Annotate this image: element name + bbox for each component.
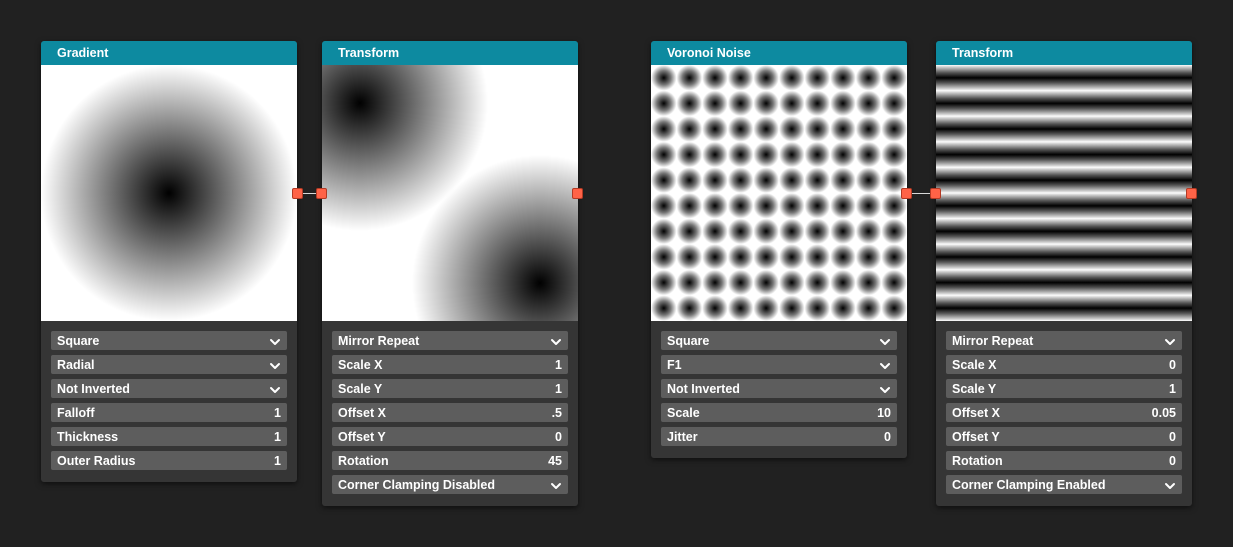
chevron-down-icon bbox=[1164, 480, 1176, 490]
offset-y-field[interactable]: Offset Y 0 bbox=[332, 427, 568, 446]
param-value: 1 bbox=[274, 405, 281, 420]
scale-y-field[interactable]: Scale Y 1 bbox=[946, 379, 1182, 398]
param-label: Rotation bbox=[952, 453, 1003, 468]
param-label: Corner Clamping Enabled bbox=[952, 477, 1106, 492]
param-list: Mirror Repeat Scale X 0 Scale Y 1 Offset X 0.0… bbox=[936, 321, 1192, 506]
scale-y-field[interactable]: Scale Y 1 bbox=[332, 379, 568, 398]
transform-preview bbox=[936, 65, 1192, 321]
param-label: Rotation bbox=[338, 453, 389, 468]
node-voronoi-noise[interactable]: Voronoi Noise Square F1 Not Inverted Scale 1… bbox=[651, 41, 907, 458]
corner-clamping-enabled-dropdown[interactable]: Corner Clamping Enabled bbox=[946, 475, 1182, 494]
jitter-field[interactable]: Jitter 0 bbox=[661, 427, 897, 446]
param-label: Thickness bbox=[57, 429, 119, 444]
chevron-down-icon bbox=[269, 360, 281, 370]
not-inverted-dropdown[interactable]: Not Inverted bbox=[51, 379, 287, 398]
param-value: 0 bbox=[884, 429, 891, 444]
falloff-field[interactable]: Falloff 1 bbox=[51, 403, 287, 422]
param-value: 45 bbox=[548, 453, 562, 468]
param-label: Scale X bbox=[952, 357, 997, 372]
input-port[interactable] bbox=[930, 188, 941, 199]
param-label: Scale Y bbox=[952, 381, 997, 396]
param-value: 1 bbox=[1169, 381, 1176, 396]
node-title[interactable]: Gradient bbox=[41, 41, 297, 65]
param-label: F1 bbox=[667, 357, 682, 372]
param-label: Scale Y bbox=[338, 381, 383, 396]
node-gradient[interactable]: Gradient Square Radial Not Inverted Falloff… bbox=[41, 41, 297, 482]
param-value: 0 bbox=[555, 429, 562, 444]
node-transform[interactable]: Transform Mirror Repeat Scale X 0 Scale Y 1 O… bbox=[936, 41, 1192, 506]
radial-dropdown[interactable]: Radial bbox=[51, 355, 287, 374]
param-label: Not Inverted bbox=[667, 381, 740, 396]
output-port[interactable] bbox=[292, 188, 303, 199]
param-label: Square bbox=[667, 333, 710, 348]
param-label: Offset Y bbox=[338, 429, 386, 444]
param-label: Mirror Repeat bbox=[952, 333, 1034, 348]
scale-field[interactable]: Scale 10 bbox=[661, 403, 897, 422]
output-port[interactable] bbox=[901, 188, 912, 199]
not-inverted-dropdown[interactable]: Not Inverted bbox=[661, 379, 897, 398]
param-value: 0 bbox=[1169, 357, 1176, 372]
param-label: Scale X bbox=[338, 357, 383, 372]
param-value: 1 bbox=[555, 357, 562, 372]
param-list: Square F1 Not Inverted Scale 10 Jitter 0 bbox=[651, 321, 907, 458]
input-port[interactable] bbox=[316, 188, 327, 199]
thickness-field[interactable]: Thickness 1 bbox=[51, 427, 287, 446]
param-label: Not Inverted bbox=[57, 381, 130, 396]
rotation-field[interactable]: Rotation 45 bbox=[332, 451, 568, 470]
param-label: Square bbox=[57, 333, 100, 348]
param-list: Square Radial Not Inverted Falloff 1 Thicknes… bbox=[41, 321, 297, 482]
chevron-down-icon bbox=[269, 384, 281, 394]
param-label: Jitter bbox=[667, 429, 698, 444]
chevron-down-icon bbox=[879, 336, 891, 346]
mirror-repeat-dropdown[interactable]: Mirror Repeat bbox=[946, 331, 1182, 350]
param-label: Offset X bbox=[952, 405, 1000, 420]
rotation-field[interactable]: Rotation 0 bbox=[946, 451, 1182, 470]
param-value: 1 bbox=[555, 381, 562, 396]
scale-x-field[interactable]: Scale X 1 bbox=[332, 355, 568, 374]
node-title[interactable]: Transform bbox=[322, 41, 578, 65]
param-label: Scale bbox=[667, 405, 700, 420]
param-value: 0 bbox=[1169, 429, 1176, 444]
param-label: Offset Y bbox=[952, 429, 1000, 444]
square-dropdown[interactable]: Square bbox=[51, 331, 287, 350]
preview-blob bbox=[412, 155, 578, 321]
node-title[interactable]: Transform bbox=[936, 41, 1192, 65]
offset-x-field[interactable]: Offset X .5 bbox=[332, 403, 568, 422]
f1-dropdown[interactable]: F1 bbox=[661, 355, 897, 374]
offset-y-field[interactable]: Offset Y 0 bbox=[946, 427, 1182, 446]
offset-x-field[interactable]: Offset X 0.05 bbox=[946, 403, 1182, 422]
param-value: .5 bbox=[551, 405, 562, 420]
chevron-down-icon bbox=[550, 336, 562, 346]
chevron-down-icon bbox=[1164, 336, 1176, 346]
output-port[interactable] bbox=[572, 188, 583, 199]
node-transform[interactable]: Transform Mirror Repeat Scale X 1 Scale Y 1 O… bbox=[322, 41, 578, 506]
mirror-repeat-dropdown[interactable]: Mirror Repeat bbox=[332, 331, 568, 350]
param-label: Mirror Repeat bbox=[338, 333, 420, 348]
outer-radius-field[interactable]: Outer Radius 1 bbox=[51, 451, 287, 470]
param-value: 1 bbox=[274, 429, 281, 444]
corner-clamping-disabled-dropdown[interactable]: Corner Clamping Disabled bbox=[332, 475, 568, 494]
scale-x-field[interactable]: Scale X 0 bbox=[946, 355, 1182, 374]
param-label: Corner Clamping Disabled bbox=[338, 477, 495, 492]
output-port[interactable] bbox=[1186, 188, 1197, 199]
param-list: Mirror Repeat Scale X 1 Scale Y 1 Offset X .5 O… bbox=[322, 321, 578, 506]
chevron-down-icon bbox=[550, 480, 562, 490]
param-label: Outer Radius bbox=[57, 453, 136, 468]
param-value: 0 bbox=[1169, 453, 1176, 468]
param-label: Radial bbox=[57, 357, 95, 372]
transform-preview bbox=[322, 65, 578, 321]
param-value: 10 bbox=[877, 405, 891, 420]
voronoi-preview bbox=[651, 65, 907, 321]
chevron-down-icon bbox=[269, 336, 281, 346]
param-value: 0.05 bbox=[1151, 405, 1176, 420]
chevron-down-icon bbox=[879, 360, 891, 370]
param-label: Offset X bbox=[338, 405, 386, 420]
node-title[interactable]: Voronoi Noise bbox=[651, 41, 907, 65]
param-value: 1 bbox=[274, 453, 281, 468]
gradient-preview bbox=[41, 65, 297, 321]
chevron-down-icon bbox=[879, 384, 891, 394]
param-label: Falloff bbox=[57, 405, 95, 420]
square-dropdown[interactable]: Square bbox=[661, 331, 897, 350]
